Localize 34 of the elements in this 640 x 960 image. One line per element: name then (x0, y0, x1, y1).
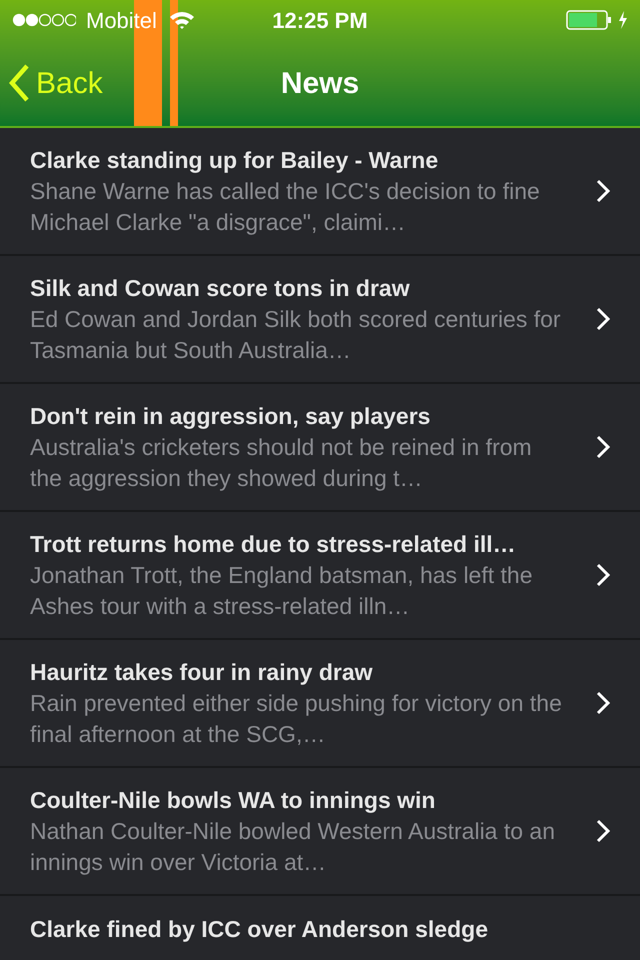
screen-title: News (280, 66, 360, 102)
news-row[interactable]: Silk and Cowan score tons in draw Ed Cowan and Jordan Silk both scored centuries for Tasmania but South Australia… (0, 256, 640, 384)
news-summary: Rain prevented either side pushing for victory on the final afternoon at the SCG,… (30, 688, 563, 748)
news-title: Clarke fined by ICC over Anderson sledge (30, 915, 489, 944)
news-title: Don't rein in aggression, say players (30, 402, 432, 431)
news-title: Coulter-Nile bowls WA to innings win (30, 786, 436, 815)
news-row[interactable]: Don't rein in aggression, say players Australia's cricketers should not be reined in from the aggression they showed during t… (0, 384, 640, 512)
news-summary: Nathan Coulter-Nile bowled Western Australia to an innings win over Victoria at… (30, 816, 556, 877)
news-row[interactable]: Trott returns home due to stress-related ill… Jonathan Trott, the England batsman, has left the Ashes tour with a stress-related illn… (0, 512, 640, 640)
news-title: Hauritz takes four in rainy draw (30, 658, 374, 687)
wifi-icon (168, 10, 195, 30)
chevron-right-icon (596, 563, 610, 587)
news-summary: Australia's cricketers should not be reined in from the aggression they showed during t… (30, 432, 533, 493)
news-title: Silk and Cowan score tons in draw (30, 274, 411, 302)
news-row[interactable]: Clarke fined by ICC over Anderson sledge (0, 896, 640, 960)
signal-icon (12, 13, 76, 27)
charging-bolt-icon (618, 11, 628, 29)
news-title: Clarke standing up for Bailey - Warne (30, 146, 440, 175)
battery-icon (566, 10, 612, 30)
chevron-right-icon (596, 691, 610, 715)
chevron-right-icon (596, 435, 610, 459)
back-button[interactable]: Back (8, 60, 103, 106)
news-row[interactable]: Hauritz takes four in rainy draw Rain prevented either side pushing for victory on the final afternoon at the SCG,… (0, 640, 640, 768)
status-time: 12:25 PM (272, 6, 368, 34)
chevron-right-icon (596, 179, 610, 203)
back-chevron-icon (8, 64, 30, 102)
news-summary: Shane Warne has called the ICC's decision to fine Michael Clarke "a disgrace", claimi… (30, 176, 541, 237)
news-row[interactable]: Coulter-Nile bowls WA to innings win Nathan Coulter-Nile bowled Western Australia to an innings win over Victoria at… (0, 768, 640, 896)
news-summary: Jonathan Trott, the England batsman, has left the Ashes tour with a stress-related illn… (30, 560, 534, 620)
chevron-right-icon (596, 819, 610, 843)
news-row[interactable]: Clarke standing up for Bailey - Warne Shane Warne has called the ICC's decision to fine Michael Clarke "a disgrace", claimi… (0, 128, 640, 256)
chevron-right-icon (596, 307, 610, 331)
news-title: Trott returns home due to stress-related ill… (30, 530, 517, 558)
news-summary: Ed Cowan and Jordan Silk both scored centuries for Tasmania but South Australia… (30, 304, 562, 364)
